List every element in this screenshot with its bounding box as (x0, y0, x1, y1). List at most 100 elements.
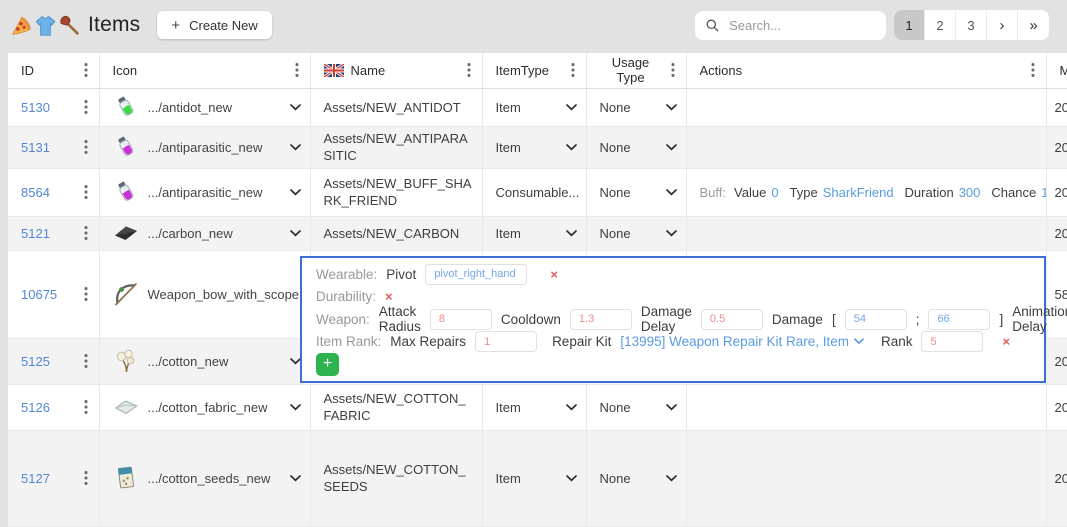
column-menu-icon[interactable] (1029, 60, 1037, 80)
chevron-down-icon[interactable] (290, 189, 301, 196)
icon-cell[interactable]: Weapon_bow_with_scope (99, 250, 310, 338)
item-id-link[interactable]: 5126 (21, 400, 50, 415)
column-menu-icon[interactable] (293, 60, 301, 80)
pagination-nav-button[interactable]: › (987, 10, 1018, 40)
icon-cell[interactable]: .../antiparasitic_new (99, 168, 310, 216)
buff-summary: Buff:Value0TypeSharkFriendDuration300Cha… (700, 185, 1037, 200)
icon-cell[interactable]: .../cotton_fabric_new (99, 384, 310, 430)
cooldown-input[interactable] (570, 309, 632, 330)
icon-cell[interactable]: .../cotton_new (99, 338, 310, 384)
plus-icon: + (171, 17, 180, 34)
row-menu-icon[interactable] (82, 223, 90, 243)
rank-input[interactable] (921, 331, 983, 352)
name-cell[interactable]: Assets/NEW_COTTON_FABRIC (310, 384, 482, 430)
name-cell[interactable]: Assets/NEW_CARBON (310, 216, 482, 250)
column-menu-icon[interactable] (465, 60, 473, 80)
name-cell[interactable]: Assets/NEW_COTTON_SEEDS (310, 430, 482, 526)
chevron-down-icon[interactable] (290, 358, 301, 365)
buff-field-value[interactable]: 100 (1041, 185, 1046, 200)
selected-value: None (600, 226, 631, 241)
row-menu-icon[interactable] (82, 137, 90, 157)
buff-field-value[interactable]: 0 (771, 185, 778, 200)
chevron-down-icon[interactable] (290, 230, 301, 237)
name-cell[interactable]: Assets/NEW_ANTIPARASITIC (310, 126, 482, 168)
item-id-link[interactable]: 5130 (21, 100, 50, 115)
item-id-link[interactable]: 5121 (21, 226, 50, 241)
buff-field-value[interactable]: 300 (959, 185, 981, 200)
row-menu-icon[interactable] (82, 284, 90, 304)
usage-type-select[interactable]: None (600, 400, 677, 415)
usage-type-select[interactable]: None (600, 185, 677, 200)
item-id-link[interactable]: 10675 (21, 287, 57, 302)
usage-type-select[interactable]: None (600, 226, 677, 241)
column-label: Usage Type (600, 55, 662, 85)
remove-item-rank-icon[interactable]: × (1002, 335, 1010, 348)
max-repairs-label: Max Repairs (390, 334, 466, 349)
column-menu-icon[interactable] (569, 60, 577, 80)
max-cell: 20 (1046, 216, 1067, 250)
row-menu-icon[interactable] (82, 397, 90, 417)
item-type-select[interactable]: Consumable... (496, 185, 577, 200)
icon-cell[interactable]: .../carbon_new (99, 216, 310, 250)
icon-cell[interactable]: .../antidot_new (99, 88, 310, 126)
create-new-button[interactable]: + Create New (157, 11, 271, 39)
chevron-down-icon[interactable] (290, 104, 301, 111)
usage-type-select[interactable]: None (600, 471, 677, 486)
add-property-button[interactable]: + (316, 353, 339, 376)
usage-type-select[interactable]: None (600, 100, 677, 115)
buff-field-value[interactable]: SharkFriend (823, 185, 894, 200)
asset-name: Assets/NEW_ANTIPARASITIC (324, 131, 468, 163)
item-type-select[interactable]: Item (496, 400, 577, 415)
remove-wearable-icon[interactable]: × (550, 268, 558, 281)
remove-durability-icon[interactable]: × (385, 290, 393, 303)
column-menu-icon[interactable] (669, 60, 677, 80)
chevron-down-icon[interactable] (290, 475, 301, 482)
item-type-select[interactable]: Item (496, 226, 577, 241)
name-cell[interactable]: Assets/NEW_ANTIDOT (310, 88, 482, 126)
column-header-id[interactable]: ID (8, 53, 99, 88)
selected-value: None (600, 400, 631, 415)
item-id-link[interactable]: 5125 (21, 354, 50, 369)
row-menu-icon[interactable] (82, 97, 90, 117)
column-menu-icon[interactable] (82, 60, 90, 80)
max-value: 20 (1055, 471, 1067, 486)
row-menu-icon[interactable] (82, 182, 90, 202)
column-header-actions[interactable]: Actions (686, 53, 1046, 88)
pagination-page-2[interactable]: 2 (925, 10, 956, 40)
column-header-itemType[interactable]: ItemType (482, 53, 586, 88)
fabric-icon (113, 394, 139, 420)
pagination-page-1[interactable]: 1 (894, 10, 925, 40)
column-header-name[interactable]: Name (310, 53, 482, 88)
damage-min-input[interactable] (845, 309, 907, 330)
pivot-input[interactable] (425, 264, 527, 285)
row-menu-icon[interactable] (82, 468, 90, 488)
damage-delay-input[interactable] (701, 309, 763, 330)
damage-max-input[interactable] (928, 309, 990, 330)
row-menu-icon[interactable] (82, 351, 90, 371)
column-header-max[interactable]: Ma (1046, 53, 1067, 88)
item-id-link[interactable]: 5131 (21, 140, 50, 155)
chevron-down-icon[interactable] (290, 144, 301, 151)
item-type-select[interactable]: Item (496, 100, 577, 115)
name-cell[interactable]: Assets/NEW_BUFF_SHARK_FRIEND (310, 168, 482, 216)
search-input[interactable] (727, 17, 875, 34)
column-header-usageType[interactable]: Usage Type (586, 53, 686, 88)
pagination-nav-button[interactable]: » (1018, 10, 1049, 40)
item-id-link[interactable]: 5127 (21, 471, 50, 486)
icon-cell[interactable]: .../antiparasitic_new (99, 126, 310, 168)
attack-radius-input[interactable] (430, 309, 492, 330)
repair-kit-link[interactable]: [13995] Weapon Repair Kit Rare, Item (620, 334, 864, 349)
item-id-link[interactable]: 8564 (21, 185, 50, 200)
icon-cell[interactable]: .../cotton_seeds_new (99, 430, 310, 526)
search-box[interactable] (695, 11, 886, 40)
weapon-row: Weapon: Attack Radius Cooldown Damage De… (316, 308, 1030, 331)
chevron-down-icon[interactable] (290, 404, 301, 411)
usage-type-select[interactable]: None (600, 140, 677, 155)
column-header-icon[interactable]: Icon (99, 53, 310, 88)
item-type-select[interactable]: Item (496, 140, 577, 155)
max-cell: 20 (1046, 126, 1067, 168)
item-type-select[interactable]: Item (496, 471, 577, 486)
max-repairs-input[interactable] (475, 331, 537, 352)
pagination-page-3[interactable]: 3 (956, 10, 987, 40)
tshirt-icon (34, 14, 57, 37)
